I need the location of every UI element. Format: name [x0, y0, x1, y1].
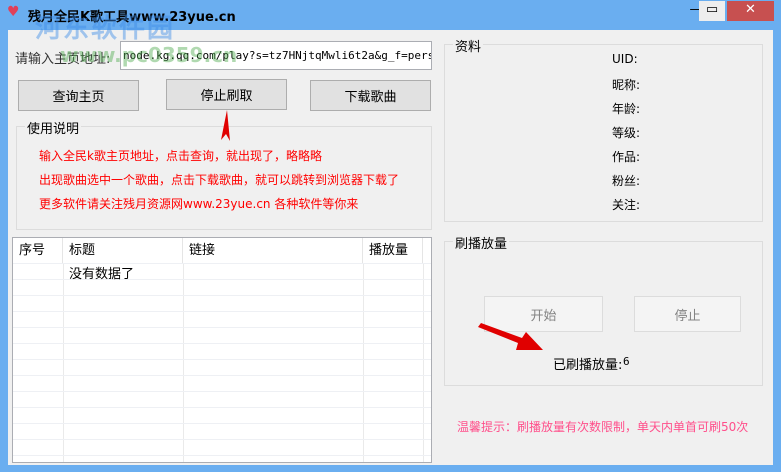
- red-arrow-diagonal-icon: [478, 323, 543, 350]
- watermark-logo: 河东软件园: [35, 14, 176, 44]
- maximize-button[interactable]: ▭: [699, 1, 725, 21]
- app-heart-icon: ♥: [7, 4, 20, 20]
- close-button[interactable]: ✕: [727, 1, 774, 21]
- watermark-url: www.pc0359.cn: [60, 43, 238, 67]
- client-area: 请输入主页地址: node.kg.qq.com/play?s=tz7HNjtqM…: [8, 30, 773, 465]
- red-arrow-up-icon: [221, 110, 230, 141]
- annotation-arrows: [221, 110, 543, 350]
